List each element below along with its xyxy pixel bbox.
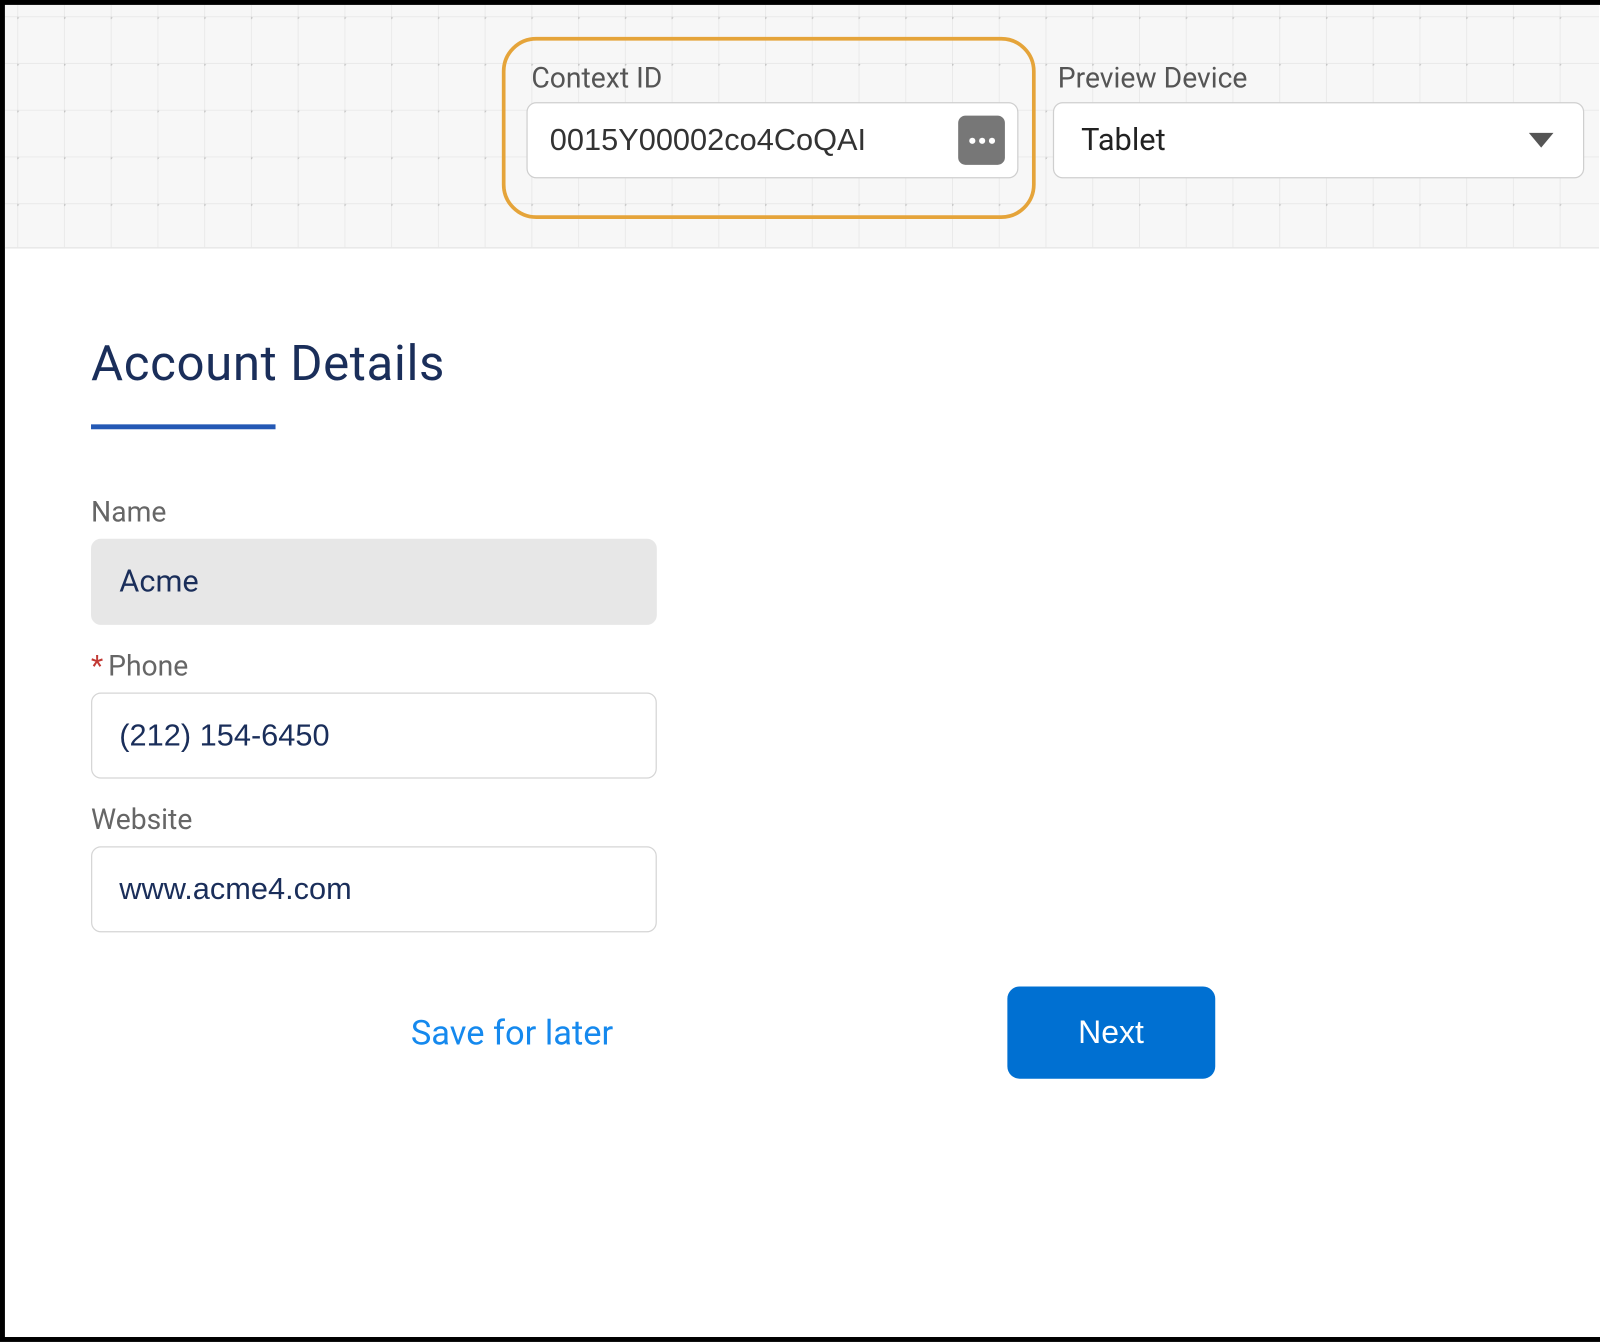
website-label: Website bbox=[91, 803, 657, 836]
title-underline bbox=[91, 424, 276, 429]
name-row: Name Acme bbox=[91, 496, 657, 625]
phone-row: *Phone bbox=[91, 649, 657, 778]
name-value: Acme bbox=[119, 564, 198, 600]
context-id-lookup-button[interactable] bbox=[958, 116, 1005, 165]
page-title: Account Details bbox=[91, 335, 1513, 393]
preview-area: Account Details Name Acme *Phone Website… bbox=[5, 248, 1599, 1078]
ellipsis-icon bbox=[969, 137, 975, 143]
name-label: Name bbox=[91, 496, 657, 529]
ellipsis-icon bbox=[988, 137, 994, 143]
phone-label-text: Phone bbox=[108, 649, 188, 682]
preview-device-field-group: Preview Device Tablet bbox=[1053, 62, 1584, 179]
name-readonly-field: Acme bbox=[91, 539, 657, 625]
required-asterisk: * bbox=[91, 649, 103, 682]
website-row: Website bbox=[91, 803, 657, 932]
save-for-later-link[interactable]: Save for later bbox=[411, 1012, 613, 1053]
preview-device-select[interactable]: Tablet bbox=[1053, 102, 1584, 178]
context-id-field-group: Context ID bbox=[526, 62, 1018, 179]
phone-input[interactable] bbox=[91, 692, 657, 778]
preview-device-label: Preview Device bbox=[1053, 62, 1584, 95]
form-actions: Save for later Next bbox=[91, 986, 1513, 1078]
next-button[interactable]: Next bbox=[1007, 986, 1215, 1078]
context-id-input[interactable] bbox=[550, 122, 946, 158]
ellipsis-icon bbox=[978, 137, 984, 143]
context-id-input-shell bbox=[526, 102, 1018, 178]
phone-label: *Phone bbox=[91, 649, 657, 682]
account-form: Name Acme *Phone Website bbox=[91, 496, 657, 933]
chevron-down-icon bbox=[1529, 133, 1554, 148]
context-id-label: Context ID bbox=[526, 62, 1018, 95]
config-toolbar: Context ID Preview Device Tablet bbox=[5, 5, 1599, 249]
preview-device-value: Tablet bbox=[1081, 122, 1166, 158]
website-input[interactable] bbox=[91, 846, 657, 932]
